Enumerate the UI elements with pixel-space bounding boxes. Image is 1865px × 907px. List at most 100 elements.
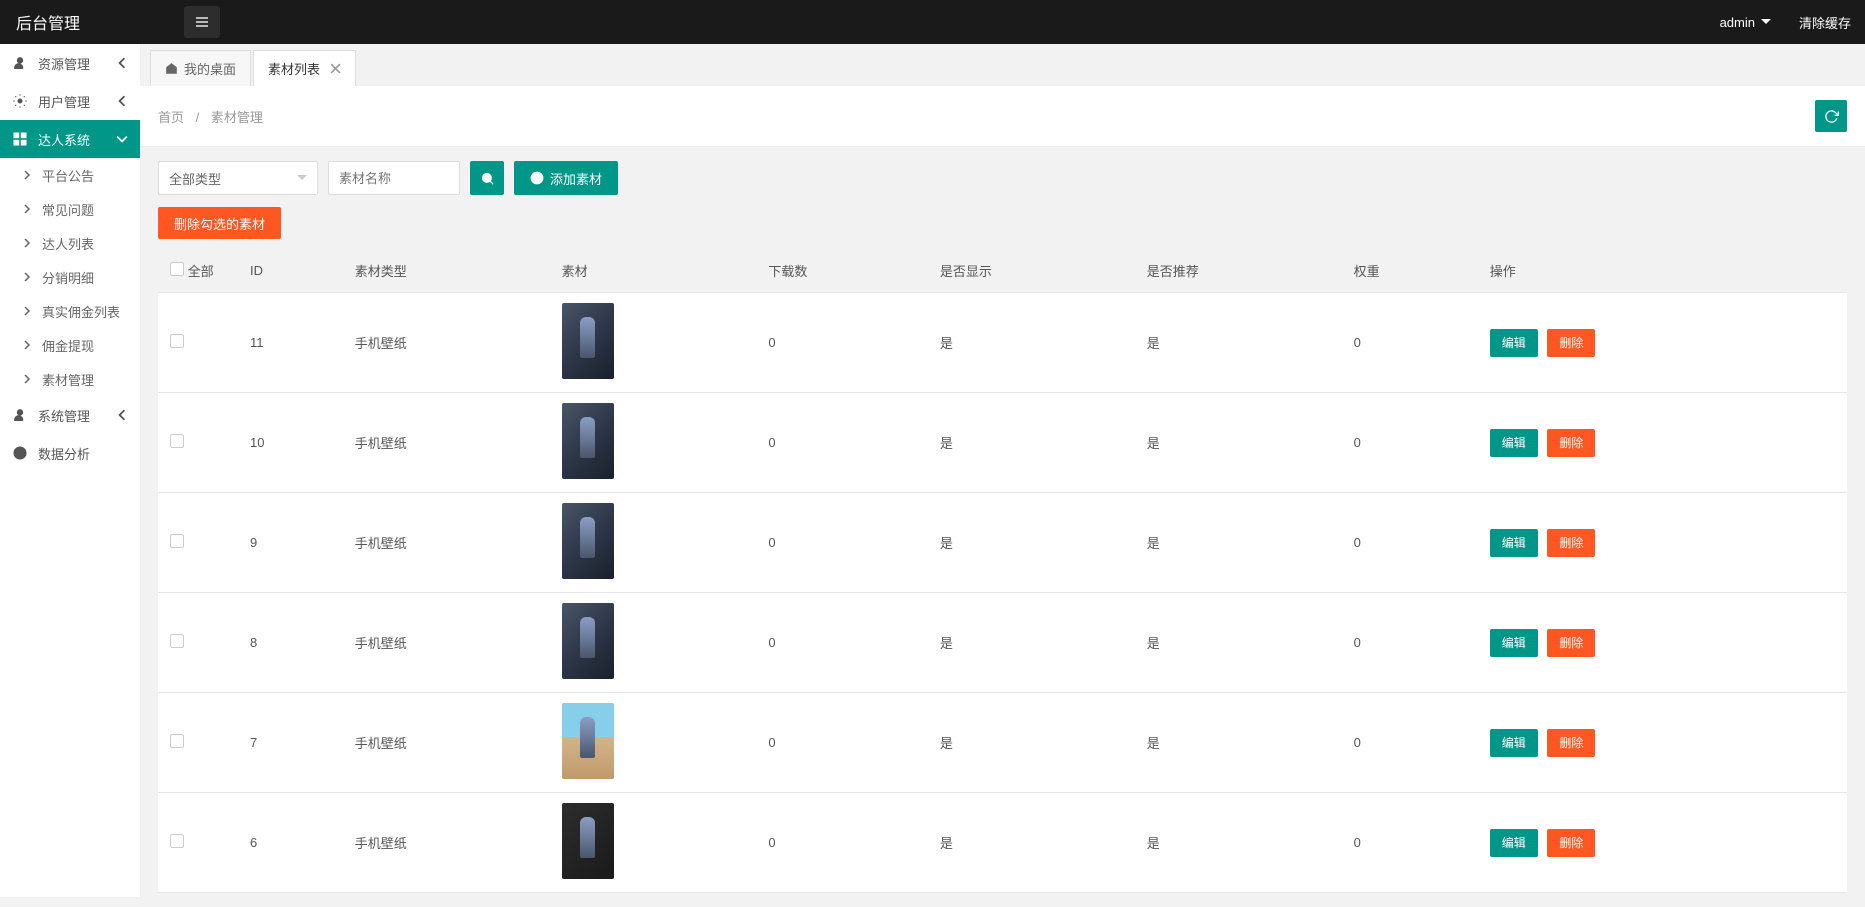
search-button[interactable] [470,161,504,195]
cell-actions: 编辑 删除 [1478,593,1847,693]
thumbnail-image[interactable] [562,303,614,379]
refresh-button[interactable] [1815,100,1847,132]
sidebar-subitem[interactable]: 分销明细 [0,260,140,294]
cell-actions: 编辑 删除 [1478,493,1847,593]
chevron-left-icon [116,95,128,107]
table-row: 9 手机壁纸 0 是 是 0 编辑 删除 [158,493,1847,593]
thumbnail-image[interactable] [562,703,614,779]
sidebar-item[interactable]: 用户管理 [0,82,140,120]
table-row: 8 手机壁纸 0 是 是 0 编辑 删除 [158,593,1847,693]
refresh-icon [1824,109,1839,124]
edit-button[interactable]: 编辑 [1490,529,1538,557]
plus-circle-icon [530,171,544,185]
sidebar-item-label: 资源管理 [38,54,116,73]
cell-display: 是 [928,493,1135,593]
chevron-left-icon [116,409,128,421]
edit-button[interactable]: 编辑 [1490,829,1538,857]
sidebar-subitem[interactable]: 达人列表 [0,226,140,260]
sidebar-item[interactable]: 数据分析 [0,434,140,472]
row-checkbox[interactable] [170,634,184,648]
thumbnail-image[interactable] [562,803,614,879]
add-material-button[interactable]: 添加素材 [514,161,618,195]
row-checkbox[interactable] [170,434,184,448]
cell-id: 9 [238,493,343,593]
cell-weight: 0 [1342,793,1478,893]
sidebar-item[interactable]: 资源管理 [0,44,140,82]
type-filter-select[interactable]: 全部类型 [158,161,318,195]
sidebar-subitem[interactable]: 素材管理 [0,362,140,396]
sidebar-subitem[interactable]: 真实佣金列表 [0,294,140,328]
sidebar-item[interactable]: 达人系统 [0,120,140,158]
table-row: 11 手机壁纸 0 是 是 0 编辑 删除 [158,293,1847,393]
sidebar-icon [12,445,28,461]
row-checkbox[interactable] [170,334,184,348]
table-row: 6 手机壁纸 0 是 是 0 编辑 删除 [158,793,1847,893]
cell-recommend: 是 [1135,293,1342,393]
clear-cache-button[interactable]: 清除缓存 [1785,13,1865,32]
tab[interactable]: 我的桌面 [150,50,251,86]
caret-down-icon [297,173,307,183]
cell-downloads: 0 [756,493,928,593]
cell-thumb [550,793,757,893]
sidebar-item[interactable]: 系统管理 [0,396,140,434]
sidebar-icon [12,407,28,423]
edit-button[interactable]: 编辑 [1490,429,1538,457]
cell-thumb [550,593,757,693]
delete-selected-button[interactable]: 删除勾选的素材 [158,207,281,239]
delete-button[interactable]: 删除 [1547,829,1595,857]
cell-id: 11 [238,293,343,393]
menu-toggle-button[interactable] [184,6,220,38]
sidebar-subitem[interactable]: 平台公告 [0,158,140,192]
cell-weight: 0 [1342,693,1478,793]
cell-recommend: 是 [1135,393,1342,493]
column-header: 权重 [1342,249,1478,293]
content: 全部类型 添加素材 删除勾选的素材 全部ID素材类型素材下载数是否显示是否推荐权… [140,147,1865,907]
breadcrumb-bar: 首页 / 素材管理 [140,86,1865,147]
cell-display: 是 [928,793,1135,893]
sidebar-subitem[interactable]: 常见问题 [0,192,140,226]
user-menu[interactable]: admin [1706,15,1785,30]
tab[interactable]: 素材列表 [253,50,356,86]
close-icon[interactable] [330,63,341,74]
sidebar-subitem[interactable]: 佣金提现 [0,328,140,362]
chevron-right-icon [22,374,32,384]
row-checkbox[interactable] [170,834,184,848]
cell-downloads: 0 [756,393,928,493]
cell-downloads: 0 [756,593,928,693]
thumbnail-image[interactable] [562,503,614,579]
row-checkbox[interactable] [170,534,184,548]
toolbar: 全部类型 添加素材 [158,161,1847,195]
table-row: 10 手机壁纸 0 是 是 0 编辑 删除 [158,393,1847,493]
breadcrumb-sep: / [196,110,200,125]
edit-button[interactable]: 编辑 [1490,629,1538,657]
cell-type: 手机壁纸 [343,493,550,593]
thumbnail-image[interactable] [562,603,614,679]
table-wrap: 全部ID素材类型素材下载数是否显示是否推荐权重操作 11 手机壁纸 0 是 是 … [158,249,1847,893]
edit-button[interactable]: 编辑 [1490,729,1538,757]
thumbnail-image[interactable] [562,403,614,479]
edit-button[interactable]: 编辑 [1490,329,1538,357]
delete-button[interactable]: 删除 [1547,729,1595,757]
cell-recommend: 是 [1135,793,1342,893]
breadcrumb-root[interactable]: 首页 [158,110,184,125]
cell-weight: 0 [1342,393,1478,493]
delete-button[interactable]: 删除 [1547,329,1595,357]
cell-actions: 编辑 删除 [1478,293,1847,393]
delete-button[interactable]: 删除 [1547,529,1595,557]
main: 我的桌面素材列表 首页 / 素材管理 全部类型 添加素材 [140,44,1865,907]
row-checkbox[interactable] [170,734,184,748]
delete-button[interactable]: 删除 [1547,429,1595,457]
add-material-label: 添加素材 [550,169,602,188]
cell-type: 手机壁纸 [343,393,550,493]
search-input-wrap [328,161,460,195]
select-all-checkbox[interactable] [170,262,184,276]
cell-display: 是 [928,293,1135,393]
chevron-right-icon [22,170,32,180]
home-icon [165,62,178,75]
search-input[interactable] [328,161,460,195]
delete-button[interactable]: 删除 [1547,629,1595,657]
cell-actions: 编辑 删除 [1478,793,1847,893]
sidebar-subitem-label: 平台公告 [42,166,94,185]
sidebar-item-label: 用户管理 [38,92,116,111]
chevron-right-icon [22,238,32,248]
